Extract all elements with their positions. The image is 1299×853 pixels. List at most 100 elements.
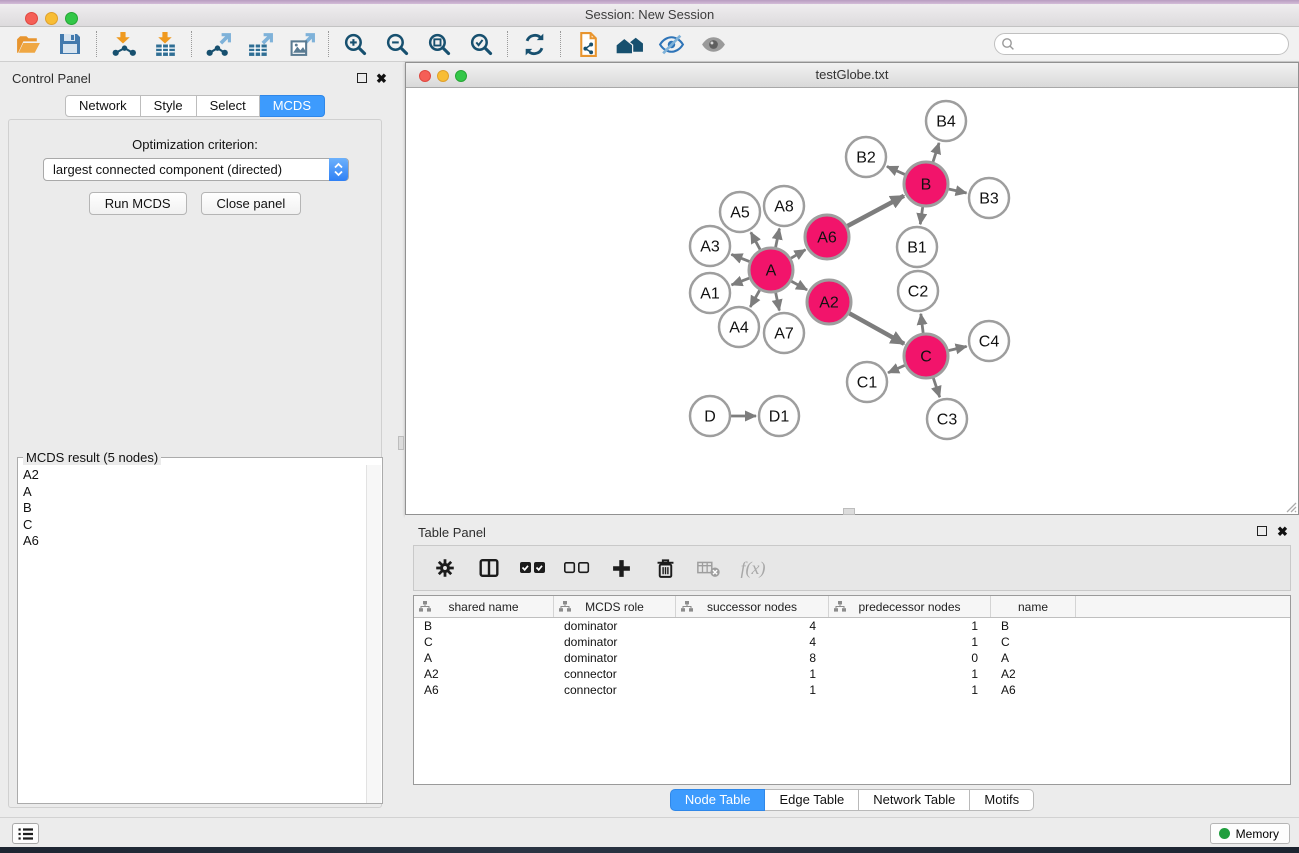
graph-node-D[interactable]: D — [690, 396, 730, 436]
cell-MCDS-role[interactable]: dominator — [554, 618, 676, 634]
network-canvas[interactable]: B4B2BB3A5A8A6A3B1AA1C2A2A4A7C4CC1C3DD1 — [406, 88, 1298, 514]
graph-node-A1[interactable]: A1 — [690, 273, 730, 313]
open-session-file-button[interactable] — [569, 29, 605, 59]
graph-node-B[interactable]: B — [904, 162, 948, 206]
graph-node-C[interactable]: C — [904, 334, 948, 378]
cell-successor-nodes[interactable]: 8 — [676, 650, 829, 666]
close-panel-button[interactable]: Close panel — [201, 192, 302, 215]
graph-edge-A-A7[interactable] — [776, 293, 780, 311]
function-builder-button[interactable]: f(x) — [738, 553, 768, 583]
graph-node-A2[interactable]: A2 — [807, 280, 851, 324]
graph-edge-A-A8[interactable] — [776, 229, 780, 248]
open-file-button[interactable] — [10, 29, 46, 59]
graph-node-A4[interactable]: A4 — [719, 307, 759, 347]
criterion-dropdown[interactable]: largest connected component (directed) — [43, 158, 349, 181]
cell-successor-nodes[interactable]: 1 — [676, 682, 829, 698]
resize-grip-icon[interactable] — [1283, 499, 1297, 513]
zoom-window-button[interactable] — [65, 12, 78, 25]
cell-MCDS-role[interactable]: connector — [554, 682, 676, 698]
column-header-name[interactable]: name — [991, 596, 1076, 617]
graph-node-A5[interactable]: A5 — [720, 192, 760, 232]
cell-name[interactable]: C — [991, 634, 1076, 650]
graph-edge-B-B4[interactable] — [933, 143, 939, 162]
graph-node-B2[interactable]: B2 — [846, 137, 886, 177]
close-table-panel-icon[interactable]: ✖ — [1277, 524, 1288, 540]
splitter-handle-left[interactable] — [398, 436, 404, 450]
table-row-B[interactable]: Bdominator41B — [414, 618, 1290, 634]
import-network-button[interactable] — [105, 29, 141, 59]
network-close-button[interactable] — [419, 70, 431, 82]
zoom-out-button[interactable] — [379, 29, 415, 59]
select-all-button[interactable] — [518, 553, 548, 583]
column-header-shared-name[interactable]: shared name — [414, 596, 554, 617]
cell-predecessor-nodes[interactable]: 1 — [829, 666, 991, 682]
home-button[interactable] — [611, 29, 647, 59]
graph-node-C3[interactable]: C3 — [927, 399, 967, 439]
graph-node-B4[interactable]: B4 — [926, 101, 966, 141]
tab-edge-table[interactable]: Edge Table — [765, 789, 859, 811]
network-zoom-button[interactable] — [455, 70, 467, 82]
graph-node-A3[interactable]: A3 — [690, 226, 730, 266]
cell-MCDS-role[interactable]: connector — [554, 666, 676, 682]
cell-successor-nodes[interactable]: 1 — [676, 666, 829, 682]
cell-name[interactable]: A6 — [991, 682, 1076, 698]
minimize-window-button[interactable] — [45, 12, 58, 25]
graph-edge-A-A4[interactable] — [750, 290, 759, 307]
graph-node-A6[interactable]: A6 — [805, 215, 849, 259]
graph-edge-C-C1[interactable] — [888, 365, 905, 372]
network-minimize-button[interactable] — [437, 70, 449, 82]
zoom-fit-button[interactable] — [421, 29, 457, 59]
close-panel-icon[interactable]: ✖ — [376, 71, 387, 87]
graph-edge-A-A3[interactable] — [731, 254, 749, 261]
graph-node-C2[interactable]: C2 — [898, 271, 938, 311]
float-panel-icon[interactable] — [357, 73, 367, 83]
delete-column-button[interactable] — [650, 553, 680, 583]
cell-MCDS-role[interactable]: dominator — [554, 650, 676, 666]
splitter-handle-bottom[interactable] — [843, 508, 855, 515]
graph-edge-A-A2[interactable] — [791, 281, 807, 290]
graph-edge-C-C2[interactable] — [921, 314, 923, 333]
table-row-A[interactable]: Adominator80A — [414, 650, 1290, 666]
cell-predecessor-nodes[interactable]: 0 — [829, 650, 991, 666]
graph-edge-B-B2[interactable] — [887, 166, 905, 174]
cell-predecessor-nodes[interactable]: 1 — [829, 618, 991, 634]
cell-shared-name[interactable]: B — [414, 618, 554, 634]
graph-node-A[interactable]: A — [749, 248, 793, 292]
cell-successor-nodes[interactable]: 4 — [676, 618, 829, 634]
task-history-button[interactable] — [12, 823, 39, 844]
mcds-result-list[interactable]: A2ABCA6 — [19, 465, 367, 803]
network-window-titlebar[interactable]: testGlobe.txt — [406, 63, 1298, 88]
result-item[interactable]: B — [23, 500, 367, 517]
column-header-MCDS-role[interactable]: MCDS role — [554, 596, 676, 617]
close-window-button[interactable] — [25, 12, 38, 25]
graph-edge-A-A1[interactable] — [732, 278, 750, 285]
tab-motifs[interactable]: Motifs — [970, 789, 1034, 811]
cell-successor-nodes[interactable]: 4 — [676, 634, 829, 650]
tab-network[interactable]: Network — [65, 95, 141, 117]
cell-predecessor-nodes[interactable]: 1 — [829, 682, 991, 698]
float-table-panel-icon[interactable] — [1257, 526, 1267, 536]
tab-network-table[interactable]: Network Table — [859, 789, 970, 811]
cell-predecessor-nodes[interactable]: 1 — [829, 634, 991, 650]
show-graphics-button[interactable] — [695, 29, 731, 59]
deselect-all-button[interactable] — [562, 553, 592, 583]
graph-node-B3[interactable]: B3 — [969, 178, 1009, 218]
result-item[interactable]: A — [23, 484, 367, 501]
tab-select[interactable]: Select — [197, 95, 260, 117]
graph-edge-B-B3[interactable] — [948, 189, 966, 193]
graph-edge-A-A5[interactable] — [751, 232, 760, 249]
cell-MCDS-role[interactable]: dominator — [554, 634, 676, 650]
hide-graphics-button[interactable] — [653, 29, 689, 59]
cell-shared-name[interactable]: A2 — [414, 666, 554, 682]
zoom-selected-button[interactable] — [463, 29, 499, 59]
graph-node-C4[interactable]: C4 — [969, 321, 1009, 361]
graph-edge-B-B1[interactable] — [920, 207, 922, 224]
tab-node-table[interactable]: Node Table — [670, 789, 766, 811]
graph-edge-C-C4[interactable] — [948, 346, 966, 350]
cell-name[interactable]: A — [991, 650, 1076, 666]
result-item[interactable]: A6 — [23, 533, 367, 550]
search-input[interactable] — [994, 33, 1289, 55]
import-table-button[interactable] — [147, 29, 183, 59]
memory-button[interactable]: Memory — [1210, 823, 1290, 844]
tab-style[interactable]: Style — [141, 95, 197, 117]
